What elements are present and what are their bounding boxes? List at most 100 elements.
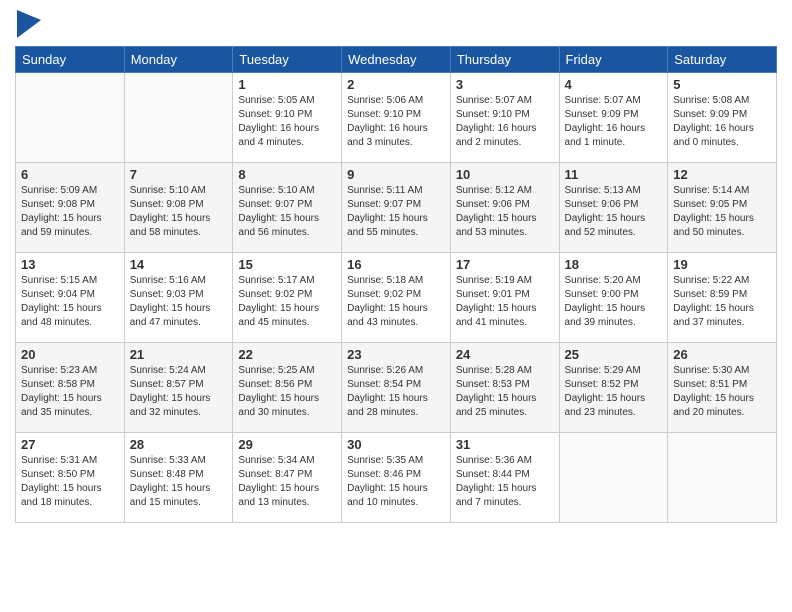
- day-number: 6: [21, 167, 119, 182]
- calendar-cell: 26 Sunrise: 5:30 AM Sunset: 8:51 PM Dayli…: [668, 343, 777, 433]
- calendar-cell: 7 Sunrise: 5:10 AM Sunset: 9:08 PM Daylig…: [124, 163, 233, 253]
- day-info: Sunrise: 5:10 AM Sunset: 9:07 PM Dayligh…: [238, 184, 336, 240]
- day-number: 19: [673, 257, 771, 272]
- day-info: Sunrise: 5:33 AM Sunset: 8:48 PM Dayligh…: [130, 454, 228, 510]
- day-number: 5: [673, 77, 771, 92]
- day-info: Sunrise: 5:05 AM Sunset: 9:10 PM Dayligh…: [238, 94, 336, 150]
- weekday-header-wednesday: Wednesday: [342, 47, 451, 73]
- weekday-header-saturday: Saturday: [668, 47, 777, 73]
- day-info: Sunrise: 5:30 AM Sunset: 8:51 PM Dayligh…: [673, 364, 771, 420]
- day-number: 8: [238, 167, 336, 182]
- day-info: Sunrise: 5:25 AM Sunset: 8:56 PM Dayligh…: [238, 364, 336, 420]
- calendar-cell: 28 Sunrise: 5:33 AM Sunset: 8:48 PM Dayli…: [124, 433, 233, 523]
- calendar: SundayMondayTuesdayWednesdayThursdayFrid…: [15, 46, 777, 523]
- weekday-header-row: SundayMondayTuesdayWednesdayThursdayFrid…: [16, 47, 777, 73]
- calendar-cell: 15 Sunrise: 5:17 AM Sunset: 9:02 PM Dayli…: [233, 253, 342, 343]
- day-info: Sunrise: 5:23 AM Sunset: 8:58 PM Dayligh…: [21, 364, 119, 420]
- calendar-row-2: 13Sunrise: 5:15 AM Sunset: 9:04 PM Dayli…: [16, 253, 777, 343]
- page: SundayMondayTuesdayWednesdayThursdayFrid…: [0, 0, 792, 538]
- calendar-cell: 23 Sunrise: 5:26 AM Sunset: 8:54 PM Dayli…: [342, 343, 451, 433]
- day-info: Sunrise: 5:20 AM Sunset: 9:00 PM Dayligh…: [565, 274, 663, 330]
- calendar-cell: [16, 73, 125, 163]
- day-info: Sunrise: 5:13 AM Sunset: 9:06 PM Dayligh…: [565, 184, 663, 240]
- calendar-row-4: 27Sunrise: 5:31 AM Sunset: 8:50 PM Dayli…: [16, 433, 777, 523]
- weekday-header-sunday: Sunday: [16, 47, 125, 73]
- day-number: 20: [21, 347, 119, 362]
- day-number: 3: [456, 77, 554, 92]
- day-info: Sunrise: 5:08 AM Sunset: 9:09 PM Dayligh…: [673, 94, 771, 150]
- calendar-cell: 31 Sunrise: 5:36 AM Sunset: 8:44 PM Dayli…: [450, 433, 559, 523]
- day-info: Sunrise: 5:34 AM Sunset: 8:47 PM Dayligh…: [238, 454, 336, 510]
- day-info: Sunrise: 5:24 AM Sunset: 8:57 PM Dayligh…: [130, 364, 228, 420]
- day-info: Sunrise: 5:19 AM Sunset: 9:01 PM Dayligh…: [456, 274, 554, 330]
- day-info: Sunrise: 5:28 AM Sunset: 8:53 PM Dayligh…: [456, 364, 554, 420]
- calendar-cell: 10 Sunrise: 5:12 AM Sunset: 9:06 PM Dayli…: [450, 163, 559, 253]
- day-number: 23: [347, 347, 445, 362]
- calendar-cell: 21 Sunrise: 5:24 AM Sunset: 8:57 PM Dayli…: [124, 343, 233, 433]
- day-number: 31: [456, 437, 554, 452]
- calendar-cell: 6 Sunrise: 5:09 AM Sunset: 9:08 PM Daylig…: [16, 163, 125, 253]
- calendar-row-3: 20 Sunrise: 5:23 AM Sunset: 8:58 PM Dayli…: [16, 343, 777, 433]
- day-number: 24: [456, 347, 554, 362]
- weekday-header-thursday: Thursday: [450, 47, 559, 73]
- weekday-header-friday: Friday: [559, 47, 668, 73]
- day-info: Sunrise: 5:10 AM Sunset: 9:08 PM Dayligh…: [130, 184, 228, 240]
- day-number: 22: [238, 347, 336, 362]
- day-number: 12: [673, 167, 771, 182]
- header: [15, 10, 777, 38]
- day-number: 17: [456, 257, 554, 272]
- day-number: 14: [130, 257, 228, 272]
- day-info: Sunrise: 5:14 AM Sunset: 9:05 PM Dayligh…: [673, 184, 771, 240]
- day-number: 16: [347, 257, 445, 272]
- day-number: 26: [673, 347, 771, 362]
- day-number: 9: [347, 167, 445, 182]
- day-info: Sunrise: 5:18 AM Sunset: 9:02 PM Dayligh…: [347, 274, 445, 330]
- weekday-header-monday: Monday: [124, 47, 233, 73]
- day-info: Sunrise: 5:17 AM Sunset: 9:02 PM Dayligh…: [238, 274, 336, 330]
- calendar-cell: 3 Sunrise: 5:07 AM Sunset: 9:10 PM Daylig…: [450, 73, 559, 163]
- day-info: Sunrise: 5:07 AM Sunset: 9:10 PM Dayligh…: [456, 94, 554, 150]
- calendar-cell: [559, 433, 668, 523]
- day-info: Sunrise: 5:29 AM Sunset: 8:52 PM Dayligh…: [565, 364, 663, 420]
- day-info: Sunrise: 5:09 AM Sunset: 9:08 PM Dayligh…: [21, 184, 119, 240]
- day-info: Sunrise: 5:15 AM Sunset: 9:04 PM Dayligh…: [21, 274, 119, 330]
- calendar-cell: 22 Sunrise: 5:25 AM Sunset: 8:56 PM Dayli…: [233, 343, 342, 433]
- day-number: 29: [238, 437, 336, 452]
- day-info: Sunrise: 5:22 AM Sunset: 8:59 PM Dayligh…: [673, 274, 771, 330]
- day-number: 10: [456, 167, 554, 182]
- calendar-cell: [668, 433, 777, 523]
- day-info: Sunrise: 5:35 AM Sunset: 8:46 PM Dayligh…: [347, 454, 445, 510]
- calendar-cell: 18 Sunrise: 5:20 AM Sunset: 9:00 PM Dayli…: [559, 253, 668, 343]
- logo: [15, 10, 41, 38]
- day-number: 1: [238, 77, 336, 92]
- day-number: 15: [238, 257, 336, 272]
- day-number: 27: [21, 437, 119, 452]
- day-number: 7: [130, 167, 228, 182]
- calendar-row-1: 6 Sunrise: 5:09 AM Sunset: 9:08 PM Daylig…: [16, 163, 777, 253]
- weekday-header-tuesday: Tuesday: [233, 47, 342, 73]
- day-info: Sunrise: 5:26 AM Sunset: 8:54 PM Dayligh…: [347, 364, 445, 420]
- calendar-cell: 1 Sunrise: 5:05 AM Sunset: 9:10 PM Daylig…: [233, 73, 342, 163]
- calendar-cell: 5 Sunrise: 5:08 AM Sunset: 9:09 PM Daylig…: [668, 73, 777, 163]
- day-info: Sunrise: 5:06 AM Sunset: 9:10 PM Dayligh…: [347, 94, 445, 150]
- calendar-cell: 20 Sunrise: 5:23 AM Sunset: 8:58 PM Dayli…: [16, 343, 125, 433]
- day-number: 18: [565, 257, 663, 272]
- calendar-cell: 17 Sunrise: 5:19 AM Sunset: 9:01 PM Dayli…: [450, 253, 559, 343]
- day-number: 25: [565, 347, 663, 362]
- day-number: 2: [347, 77, 445, 92]
- calendar-cell: 12 Sunrise: 5:14 AM Sunset: 9:05 PM Dayli…: [668, 163, 777, 253]
- day-info: Sunrise: 5:36 AM Sunset: 8:44 PM Dayligh…: [456, 454, 554, 510]
- day-number: 21: [130, 347, 228, 362]
- calendar-cell: 19 Sunrise: 5:22 AM Sunset: 8:59 PM Dayli…: [668, 253, 777, 343]
- calendar-cell: 16 Sunrise: 5:18 AM Sunset: 9:02 PM Dayli…: [342, 253, 451, 343]
- calendar-cell: 11 Sunrise: 5:13 AM Sunset: 9:06 PM Dayli…: [559, 163, 668, 253]
- day-info: Sunrise: 5:16 AM Sunset: 9:03 PM Dayligh…: [130, 274, 228, 330]
- calendar-cell: 8 Sunrise: 5:10 AM Sunset: 9:07 PM Daylig…: [233, 163, 342, 253]
- calendar-cell: [124, 73, 233, 163]
- day-info: Sunrise: 5:12 AM Sunset: 9:06 PM Dayligh…: [456, 184, 554, 240]
- day-number: 28: [130, 437, 228, 452]
- day-info: Sunrise: 5:07 AM Sunset: 9:09 PM Dayligh…: [565, 94, 663, 150]
- day-number: 11: [565, 167, 663, 182]
- day-info: Sunrise: 5:11 AM Sunset: 9:07 PM Dayligh…: [347, 184, 445, 240]
- calendar-cell: 27Sunrise: 5:31 AM Sunset: 8:50 PM Dayli…: [16, 433, 125, 523]
